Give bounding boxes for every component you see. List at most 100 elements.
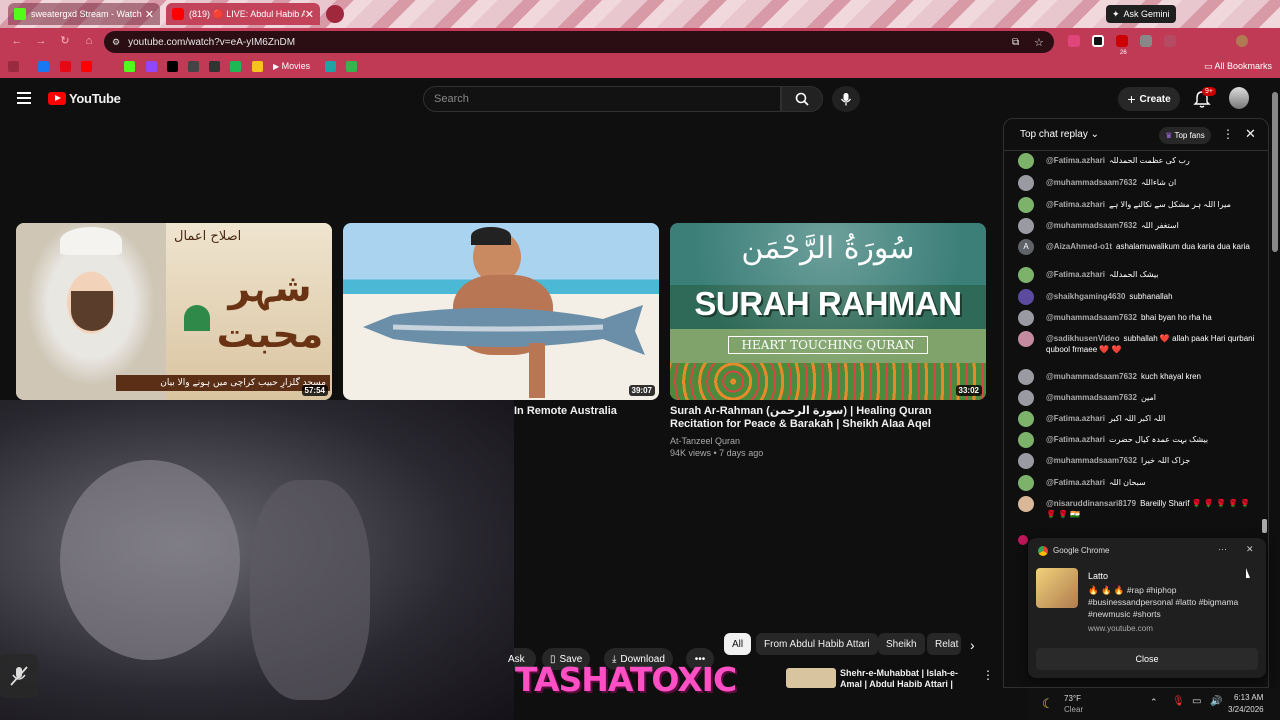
chat-author[interactable]: @muhammadsaam7632 — [1046, 313, 1137, 322]
facebook-icon[interactable] — [38, 61, 49, 72]
top-fans-button[interactable]: ♛ Top fans — [1159, 127, 1211, 144]
extension-icon[interactable] — [1140, 35, 1152, 47]
next-video-title[interactable]: Shehr-e-Muhabbat | Islah-e-Amal | Abdul … — [840, 668, 970, 690]
chat-avatar[interactable] — [1018, 197, 1034, 213]
bookmark-icon[interactable] — [252, 61, 263, 72]
page-scrollbar-thumb[interactable] — [1272, 92, 1278, 252]
address-bar[interactable]: ⚙ youtube.com/watch?v=eA-yIM6ZnDM ⧉ ☆ — [104, 31, 1054, 53]
notification-close-icon[interactable]: ✕ — [1246, 544, 1254, 555]
video-thumbnail[interactable]: سُورَةُ الرَّحْمَن SURAH RAHMAN HEART TO… — [670, 223, 986, 400]
apps-icon[interactable] — [8, 61, 19, 72]
video-thumbnail[interactable]: 39:07 — [343, 223, 659, 400]
display-icon[interactable]: ▭ — [1192, 696, 1201, 707]
chat-scrollbar[interactable] — [1262, 155, 1266, 535]
chat-menu-icon[interactable]: ⋮ — [1222, 127, 1234, 141]
extension-icon[interactable] — [1068, 35, 1080, 47]
youtube-logo[interactable]: YouTube — [48, 91, 121, 106]
site-info-icon[interactable]: ⚙ — [112, 37, 120, 48]
voice-search-button[interactable] — [832, 86, 860, 112]
chat-author[interactable]: @AizaAhmed-o1t — [1046, 242, 1112, 251]
weather-status[interactable]: Clear — [1064, 705, 1083, 714]
video-title[interactable]: In Remote Australia — [514, 405, 617, 418]
video-title[interactable]: Surah Ar-Rahman (سورة الرحمن) | Healing … — [670, 405, 986, 431]
chip-related[interactable]: Relat — [927, 633, 961, 655]
chat-author[interactable]: @Fatima.azhari — [1046, 414, 1105, 423]
chat-mode-dropdown[interactable]: Top chat replay ⌄ — [1020, 129, 1099, 140]
menu-icon[interactable] — [17, 92, 31, 104]
chevron-right-icon[interactable]: › — [970, 637, 975, 653]
bookmark-icon[interactable] — [188, 61, 199, 72]
tray-chevron-icon[interactable]: ⌃ — [1150, 697, 1158, 708]
chat-author[interactable]: @Fatima.azhari — [1046, 435, 1105, 444]
twitch-icon[interactable] — [146, 61, 157, 72]
chat-avatar[interactable] — [1018, 267, 1034, 283]
next-video-thumbnail[interactable] — [786, 668, 836, 688]
clock-date[interactable]: 3/24/2026 — [1228, 705, 1264, 714]
chat-avatar[interactable]: A — [1018, 239, 1034, 255]
bookmark-icon[interactable] — [325, 61, 336, 72]
reload-icon[interactable]: ↻ — [58, 34, 72, 48]
chip-from-channel[interactable]: From Abdul Habib Attari — [756, 633, 878, 655]
chat-avatar[interactable] — [1018, 331, 1034, 347]
ask-gemini-button[interactable]: ✦ Ask Gemini — [1106, 5, 1176, 23]
close-chat-icon[interactable]: ✕ — [1245, 126, 1256, 142]
chat-author[interactable]: @Fatima.azhari — [1046, 270, 1105, 279]
chat-avatar[interactable] — [1018, 153, 1034, 169]
clock-time[interactable]: 6:13 AM — [1234, 693, 1263, 702]
chat-avatar[interactable] — [1018, 475, 1034, 491]
channel-name[interactable]: At-Tanzeel Quran — [670, 435, 740, 447]
search-input[interactable]: Search — [423, 86, 781, 112]
all-bookmarks[interactable]: ▭ All Bookmarks — [1204, 61, 1272, 72]
chat-avatar[interactable] — [1018, 218, 1034, 234]
chat-avatar[interactable] — [1018, 175, 1034, 191]
youtube-bookmark-icon[interactable] — [81, 61, 92, 72]
profile-avatar[interactable] — [1236, 35, 1248, 47]
chat-avatar[interactable] — [1018, 496, 1034, 512]
netflix-icon[interactable] — [60, 61, 71, 72]
kick-bookmark-icon[interactable] — [124, 61, 135, 72]
chip-all[interactable]: All — [724, 633, 752, 655]
x-icon[interactable] — [167, 61, 178, 72]
chat-author[interactable]: @sadikhusenVideo — [1046, 334, 1119, 343]
bookmark-icon[interactable] — [346, 61, 357, 72]
close-tab-icon[interactable]: ✕ — [145, 8, 154, 21]
chat-avatar[interactable] — [1018, 369, 1034, 385]
back-icon[interactable]: ← — [10, 34, 24, 48]
home-icon[interactable]: ⌂ — [82, 34, 96, 48]
extensions-puzzle-icon[interactable] — [1164, 35, 1176, 47]
chat-scrollbar-thumb[interactable] — [1262, 519, 1267, 533]
chat-author[interactable]: @muhammadsaam7632 — [1046, 393, 1137, 402]
notification-close-button[interactable]: Close — [1036, 648, 1258, 670]
chat-avatar[interactable] — [1018, 310, 1034, 326]
install-icon[interactable]: ⧉ — [1012, 37, 1019, 48]
search-button[interactable] — [781, 86, 823, 112]
notification-menu-icon[interactable]: ··· — [1218, 544, 1227, 554]
bookmark-star-icon[interactable]: ☆ — [1034, 36, 1044, 49]
create-button[interactable]: + Create — [1118, 87, 1180, 111]
chat-author[interactable]: @muhammadsaam7632 — [1046, 178, 1137, 187]
tab-youtube-live[interactable]: (819) 🔴 LIVE: Abdul Habib Att ✕ — [166, 3, 320, 25]
weather-temp[interactable]: 73°F — [1064, 694, 1081, 703]
bookmark-movies[interactable]: ▶ Movies — [273, 61, 310, 71]
extension-icon[interactable]: 26 — [1116, 35, 1128, 56]
chat-author[interactable]: @Fatima.azhari — [1046, 478, 1105, 487]
chat-avatar[interactable] — [1018, 390, 1034, 406]
close-tab-icon[interactable]: ✕ — [305, 8, 314, 21]
bookmark-icon[interactable] — [209, 61, 220, 72]
chat-author[interactable]: @muhammadsaam7632 — [1046, 372, 1137, 381]
chat-avatar[interactable] — [1018, 411, 1034, 427]
extension-icon[interactable] — [1092, 35, 1104, 47]
chat-author[interactable]: @shaikhgaming4630 — [1046, 292, 1125, 301]
video-thumbnail[interactable]: اصلاح اعمال شہر محبت مسجد گلزارِ حبیب کر… — [16, 223, 332, 400]
chat-author[interactable]: @nisaruddinansari8179 — [1046, 499, 1136, 508]
tab-sweatergxd[interactable]: sweatergxd Stream - Watch Liv ✕ — [8, 3, 160, 25]
recording-indicator[interactable] — [326, 5, 344, 23]
chat-avatar[interactable] — [1018, 432, 1034, 448]
chat-author[interactable]: @Fatima.azhari — [1046, 200, 1105, 209]
account-avatar[interactable] — [1229, 87, 1249, 109]
chat-author[interactable]: @muhammadsaam7632 — [1046, 456, 1137, 465]
chat-author[interactable]: @muhammadsaam7632 — [1046, 221, 1137, 230]
mic-in-use-icon[interactable]: 🎙 — [1172, 696, 1185, 707]
chat-author[interactable]: @Fatima.azhari — [1046, 156, 1105, 165]
volume-icon[interactable]: 🔊 — [1210, 696, 1222, 707]
